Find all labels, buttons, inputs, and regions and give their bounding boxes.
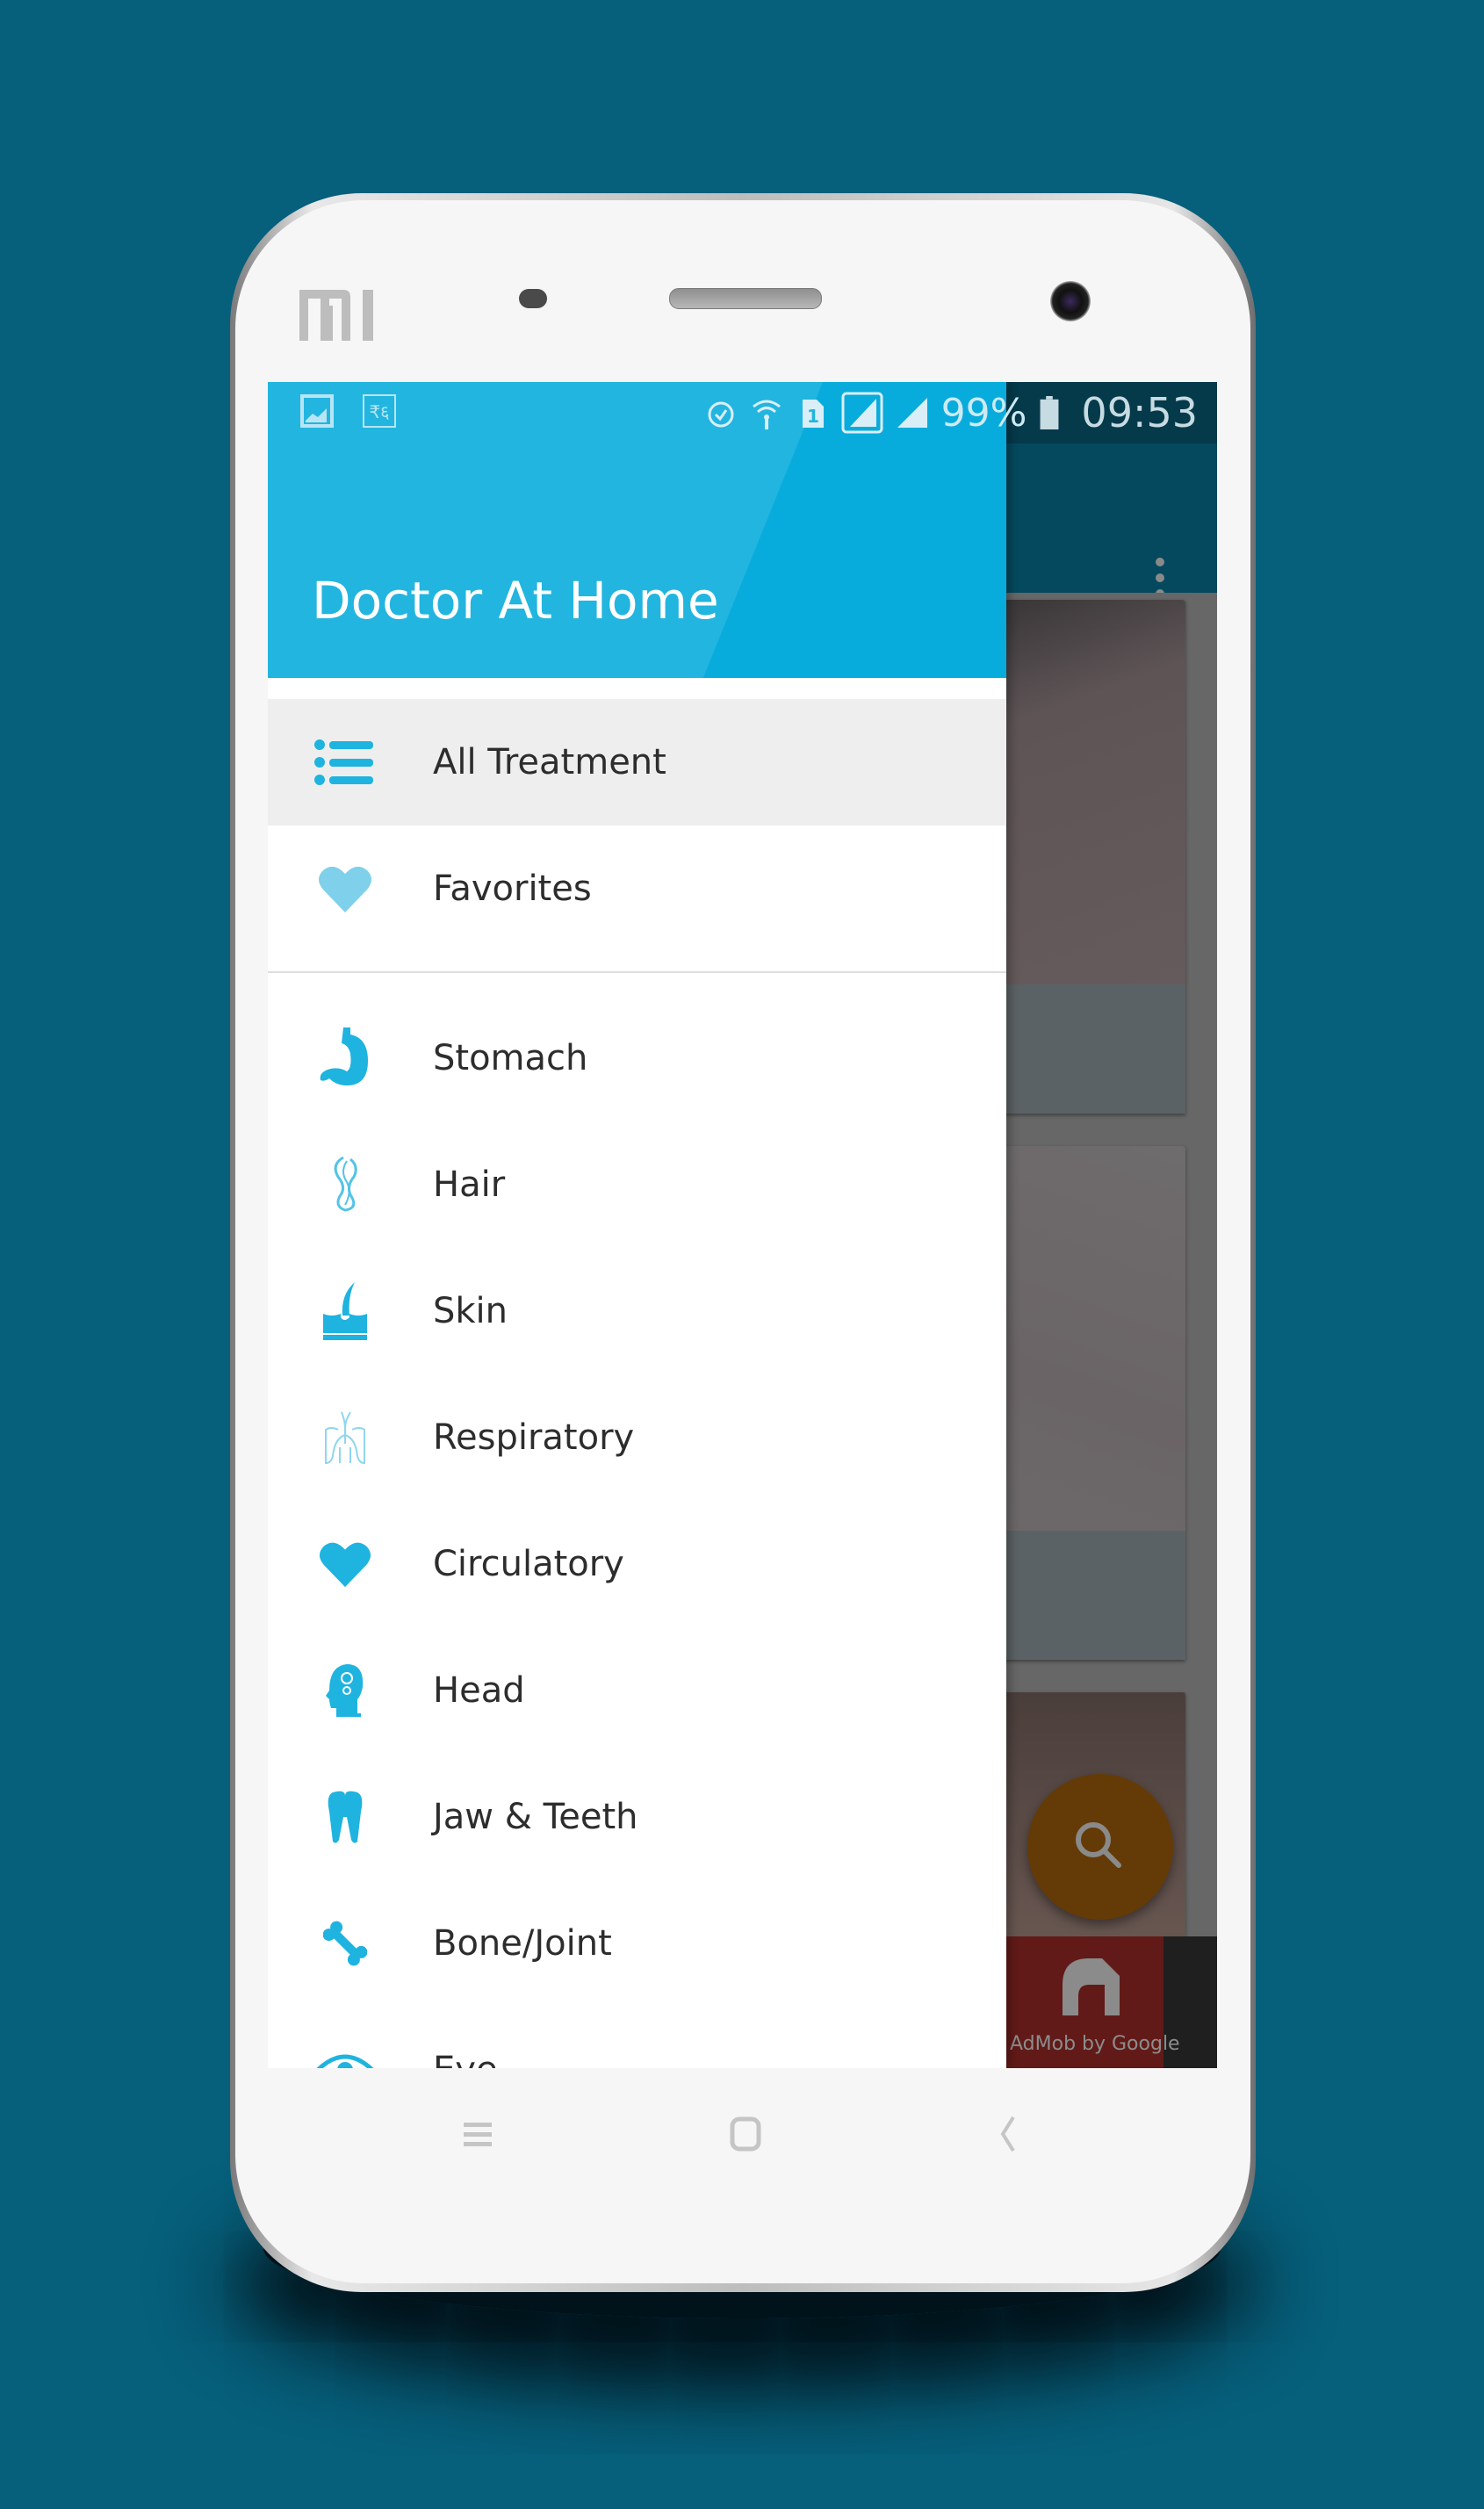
sim-1-icon: 1 — [802, 400, 824, 428]
signal-2-icon — [897, 398, 927, 428]
menu-button[interactable] — [457, 2112, 501, 2156]
category-list: Stomach Hair Skin Respiratory Circulator… — [268, 995, 1006, 2068]
category-label: Skin — [433, 1291, 508, 1331]
category-item-bone-joint[interactable]: Bone/Joint — [268, 1880, 1006, 2007]
category-label: Bone/Joint — [433, 1923, 612, 1964]
lungs-icon — [310, 1402, 380, 1473]
menu-item-all-treatment[interactable]: All Treatment — [268, 699, 1006, 826]
skin-icon — [310, 1276, 380, 1346]
heart-icon — [310, 1529, 380, 1599]
category-item-jaw-teeth[interactable]: Jaw & Teeth — [268, 1754, 1006, 1880]
search-fab[interactable] — [1027, 1774, 1173, 1920]
category-label: Stomach — [433, 1038, 588, 1078]
front-camera — [1050, 281, 1091, 321]
home-button[interactable] — [724, 2112, 767, 2156]
category-label: Hair — [433, 1164, 506, 1205]
category-item-skin[interactable]: Skin — [268, 1248, 1006, 1374]
mi-logo-icon — [299, 290, 373, 341]
category-label: Jaw & Teeth — [433, 1797, 638, 1837]
earpiece-speaker — [669, 288, 822, 309]
clock: 09:53 — [1081, 389, 1198, 436]
head-icon — [310, 1655, 380, 1726]
navigation-drawer: Doctor At Home All Treatment Favorites S… — [268, 382, 1006, 2068]
admob-logo-icon — [1063, 1958, 1120, 2015]
menu-item-favorites[interactable]: Favorites — [268, 826, 1006, 952]
battery-icon — [1040, 396, 1059, 429]
list-icon — [310, 727, 380, 797]
heart-icon — [310, 854, 380, 924]
proximity-sensor — [519, 289, 547, 308]
bone-icon — [310, 1908, 380, 1979]
hardware-nav-bar — [230, 2108, 1256, 2213]
category-item-eye[interactable]: Eye — [268, 2007, 1006, 2068]
category-label: Respiratory — [433, 1417, 635, 1458]
svg-text:1: 1 — [807, 406, 819, 427]
wifi-icon — [752, 400, 781, 429]
category-item-circulatory[interactable]: Circulatory — [268, 1501, 1006, 1627]
primary-menu: All Treatment Favorites — [268, 699, 1006, 973]
rupee-notification-icon: ₹६ — [363, 394, 396, 428]
battery-percentage: 99% — [940, 390, 1027, 436]
menu-item-label: Favorites — [433, 869, 592, 909]
stomach-icon — [310, 1023, 380, 1093]
signal-1-icon — [841, 392, 883, 434]
hair-icon — [310, 1150, 380, 1220]
search-icon — [1076, 1822, 1121, 1868]
category-item-respiratory[interactable]: Respiratory — [268, 1374, 1006, 1501]
category-item-head[interactable]: Head — [268, 1627, 1006, 1754]
ad-attribution: AdMob by Google — [1010, 2033, 1180, 2055]
menu-divider — [268, 971, 1006, 973]
menu-item-label: All Treatment — [433, 742, 666, 782]
app-title: Doctor At Home — [312, 571, 719, 631]
alarm-icon — [708, 401, 734, 428]
category-item-hair[interactable]: Hair — [268, 1121, 1006, 1248]
category-label: Head — [433, 1670, 525, 1711]
category-label: Circulatory — [433, 1544, 624, 1584]
status-bar: ₹६ 1 99% 09:53 — [268, 382, 1217, 443]
svg-text:₹६: ₹६ — [369, 401, 389, 422]
phone-screen: AdMob by Google Doctor At Home All Treat… — [268, 382, 1217, 2068]
gallery-notification-icon — [300, 394, 334, 428]
back-button[interactable] — [987, 2112, 1031, 2156]
tooth-icon — [310, 1782, 380, 1852]
category-label: Eye — [433, 2050, 498, 2068]
category-item-stomach[interactable]: Stomach — [268, 995, 1006, 1121]
eye-icon — [310, 2035, 380, 2068]
